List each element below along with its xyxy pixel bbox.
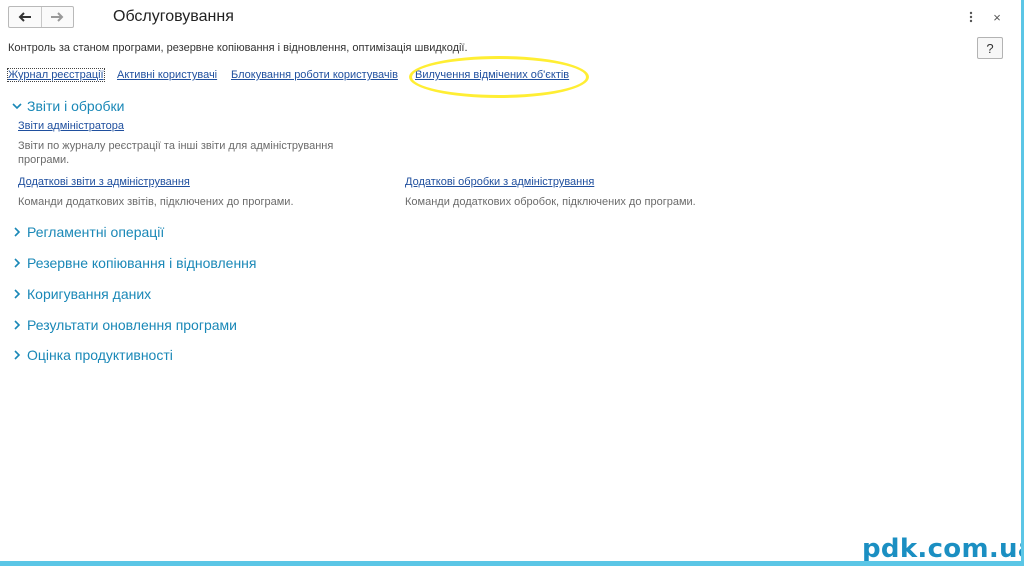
additional-reports-description: Команди додаткових звітів, підключених д… (18, 196, 294, 208)
chevron-down-icon (12, 99, 22, 113)
navigation-buttons (8, 6, 74, 28)
close-icon: × (993, 9, 1001, 25)
group-update-results[interactable]: Результати оновлення програми (12, 317, 237, 333)
admin-reports-description: Звіти по журналу реєстрації та інші звіт… (18, 140, 334, 166)
page-description: Контроль за станом програми, резервне ко… (8, 42, 468, 54)
group-label: Оцінка продуктивності (27, 347, 173, 363)
chevron-right-icon (12, 348, 22, 362)
more-menu-button[interactable] (965, 8, 977, 26)
group-backup-restore[interactable]: Резервне копіювання і відновлення (12, 255, 257, 271)
arrow-right-icon (51, 12, 64, 22)
forward-button[interactable] (40, 7, 73, 27)
close-button[interactable]: × (989, 8, 1005, 26)
link-event-log[interactable]: Журнал реєстрації (7, 68, 105, 82)
additional-processing-link[interactable]: Додаткові обробки з адміністрування (405, 176, 594, 188)
help-button[interactable]: ? (977, 37, 1003, 59)
arrow-left-icon (18, 12, 31, 22)
chevron-right-icon (12, 225, 22, 239)
group-scheduled-operations[interactable]: Регламентні операції (12, 224, 164, 240)
more-vertical-icon (969, 11, 973, 23)
additional-reports-link[interactable]: Додаткові звіти з адміністрування (18, 176, 190, 188)
watermark: pdk.com.ua (862, 534, 1024, 564)
group-label: Коригування даних (27, 286, 152, 302)
chevron-right-icon (12, 287, 22, 301)
admin-reports-link[interactable]: Звіти адміністратора (18, 120, 124, 132)
group-label: Резервне копіювання і відновлення (27, 255, 257, 271)
chevron-right-icon (12, 256, 22, 270)
accent-bar-bottom (0, 561, 1024, 566)
window: Обслуговування × ? Контроль за станом пр… (0, 0, 1024, 566)
group-label: Результати оновлення програми (27, 317, 237, 333)
additional-processing-description: Команди додаткових обробок, підключених … (405, 196, 696, 208)
page-title: Обслуговування (113, 8, 234, 25)
back-button[interactable] (9, 7, 41, 27)
chevron-right-icon (12, 318, 22, 332)
link-delete-marked-objects[interactable]: Вилучення відмічених об'єктів (415, 69, 569, 81)
group-label: Звіти і обробки (27, 98, 125, 114)
link-active-users[interactable]: Активні користувачі (117, 69, 217, 81)
group-reports[interactable]: Звіти і обробки (12, 98, 124, 114)
group-performance-evaluation[interactable]: Оцінка продуктивності (12, 347, 173, 363)
link-user-lock[interactable]: Блокування роботи користувачів (231, 69, 398, 81)
group-data-correction[interactable]: Коригування даних (12, 286, 151, 302)
group-label: Регламентні операції (27, 224, 165, 240)
